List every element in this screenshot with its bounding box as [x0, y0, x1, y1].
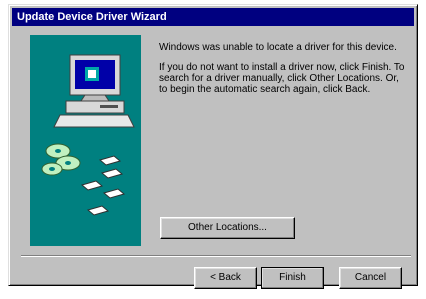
status-message: Windows was unable to locate a driver fo…	[159, 42, 397, 53]
back-button[interactable]: < Back	[194, 267, 257, 289]
title-bar[interactable]: Update Device Driver Wizard	[12, 8, 414, 26]
cd-discs-icon	[41, 143, 81, 176]
window-title: Update Device Driver Wizard	[17, 11, 167, 23]
wizard-dialog: Update Device Driver Wizard Windows was …	[8, 4, 418, 289]
finish-button[interactable]: Finish	[261, 267, 324, 289]
instructions-message: If you do not want to install a driver n…	[159, 62, 405, 95]
other-locations-button[interactable]: Other Locations...	[160, 217, 295, 239]
computer-monitor-icon	[53, 54, 135, 128]
divider	[21, 255, 411, 257]
cancel-button[interactable]: Cancel	[339, 267, 402, 289]
wizard-illustration	[30, 35, 141, 246]
floppy-disks-icon	[80, 155, 126, 216]
